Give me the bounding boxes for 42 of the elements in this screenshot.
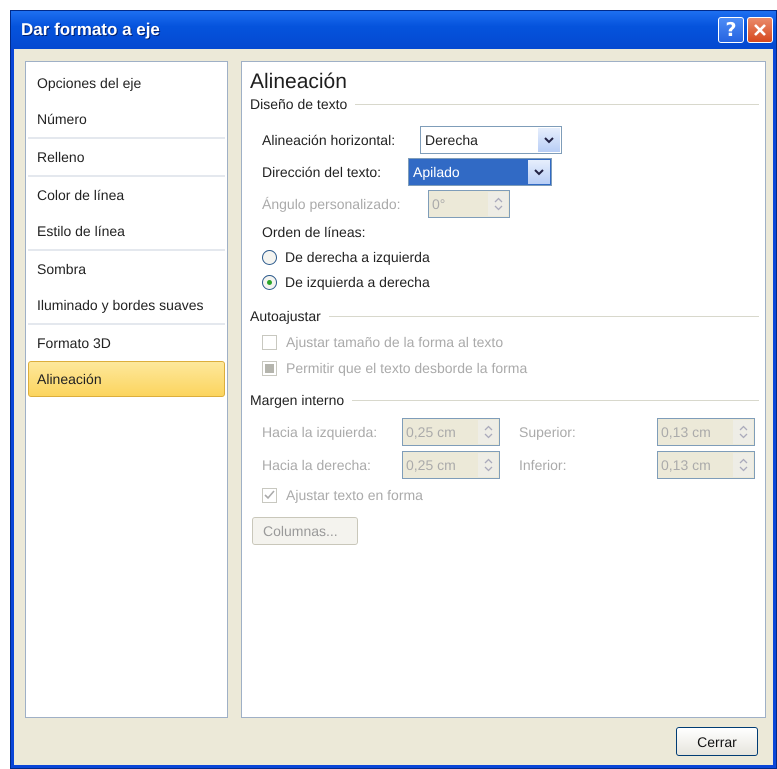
spin-arrows-icon xyxy=(494,197,502,211)
radio-label: De izquierda a derecha xyxy=(285,274,430,290)
field-label: Inferior: xyxy=(519,457,568,473)
sidebar-item[interactable]: Formato 3D xyxy=(28,325,225,361)
close-dialog-button[interactable]: Cerrar xyxy=(676,727,758,756)
spin-arrows-icon xyxy=(484,425,492,439)
checkbox-label: Ajustar texto en forma xyxy=(286,487,423,503)
spin-arrows-icon xyxy=(484,458,492,472)
section-heading: Margen interno xyxy=(250,392,344,408)
sidebar-item[interactable]: Alineación xyxy=(28,361,225,397)
sidebar-item[interactable]: Opciones del eje xyxy=(28,65,225,101)
sidebar-item[interactable]: Relleno xyxy=(28,139,225,175)
spin-arrows-icon xyxy=(738,458,748,472)
text-direction-dropdown[interactable]: Apilado xyxy=(408,158,552,186)
close-icon xyxy=(753,23,767,37)
field-label: Orden de líneas: xyxy=(261,224,367,240)
chevron-down-icon xyxy=(544,136,554,144)
field-label: Ángulo personalizado: xyxy=(262,196,402,212)
checkbox-label: Ajustar tamaño de la forma al texto xyxy=(286,334,504,350)
checkbox-label: Permitir que el texto desborde la forma xyxy=(286,360,528,376)
sidebar-item[interactable]: Color de línea xyxy=(28,177,225,213)
radio-button[interactable] xyxy=(262,250,277,264)
field-label: Alineación horizontal: xyxy=(262,132,396,148)
help-button[interactable]: ? xyxy=(718,17,744,43)
sidebar-item[interactable]: Estilo de línea xyxy=(28,213,225,249)
horizontal-alignment-dropdown[interactable]: Derecha xyxy=(420,126,562,154)
radio-button[interactable] xyxy=(262,274,277,290)
panel-title: Alineación xyxy=(250,70,348,94)
section-heading: Autoajustar xyxy=(250,308,321,324)
radio-label: De derecha a izquierda xyxy=(285,249,430,265)
field-label: Hacia la derecha: xyxy=(262,457,372,473)
field-label: Dirección del texto: xyxy=(262,164,382,180)
field-label: Hacia la izquierda: xyxy=(262,424,378,440)
sidebar-item[interactable]: Iluminado y bordes suaves xyxy=(28,287,225,323)
section-heading: Diseño de texto xyxy=(250,96,348,112)
chevron-down-icon xyxy=(534,168,544,176)
spin-arrows-icon xyxy=(738,425,748,439)
sidebar-item[interactable]: Número xyxy=(28,101,225,137)
field-label: Superior: xyxy=(519,424,577,440)
sidebar-item[interactable]: Sombra xyxy=(28,251,225,287)
window-title: Dar formato a eje xyxy=(21,20,161,40)
close-button[interactable] xyxy=(747,17,773,43)
